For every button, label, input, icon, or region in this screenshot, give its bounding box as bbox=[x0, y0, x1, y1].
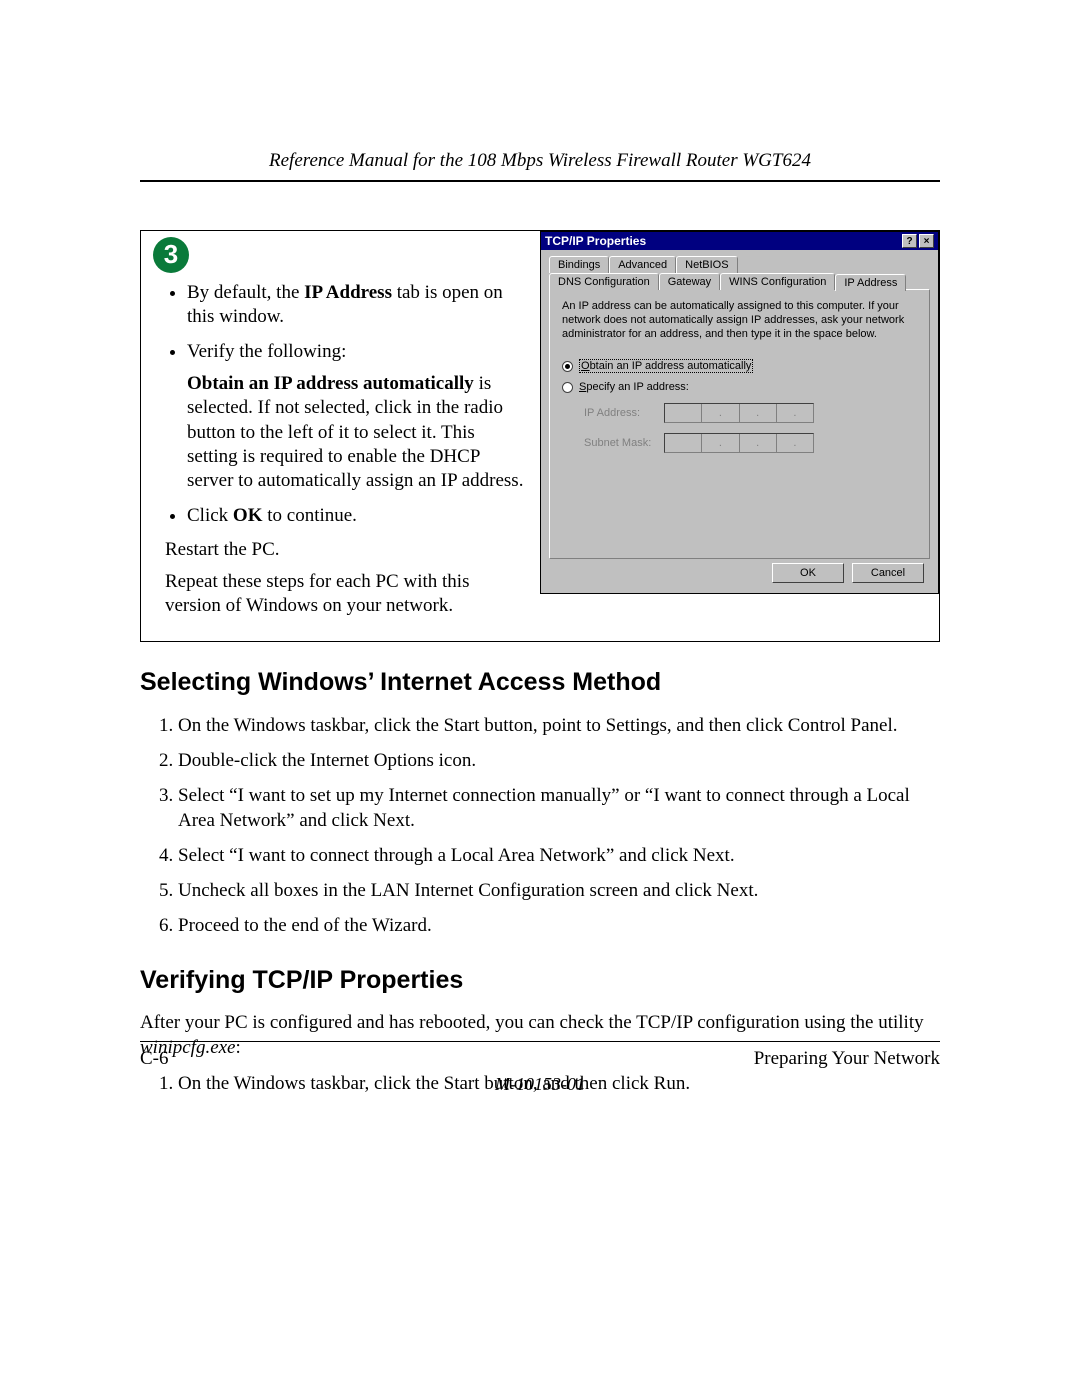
dialog-title: TCP/IP Properties bbox=[545, 234, 646, 248]
footer-section: Preparing Your Network bbox=[754, 1048, 940, 1070]
step-repeat: Repeat these steps for each PC with this… bbox=[165, 570, 530, 619]
help-button[interactable]: ? bbox=[902, 234, 917, 248]
ip-address-row: IP Address: ... bbox=[584, 403, 917, 423]
radio-specify-label: Specify an IP address: bbox=[579, 381, 689, 393]
tab-advanced[interactable]: Advanced bbox=[609, 256, 676, 273]
internet-access-steps: On the Windows taskbar, click the Start … bbox=[140, 713, 940, 939]
ip-address-label: IP Address: bbox=[584, 407, 656, 419]
tab-wins-config[interactable]: WINS Configuration bbox=[720, 273, 835, 290]
step-box: 3 By default, the IP Address tab is open… bbox=[140, 230, 940, 642]
ip-address-input[interactable]: ... bbox=[664, 403, 814, 423]
step-bullet-3: Click OK to continue. bbox=[187, 504, 530, 528]
dialog-titlebar: TCP/IP Properties ? × bbox=[541, 232, 938, 250]
step-number-badge: 3 bbox=[153, 237, 189, 273]
dialog-info-text: An IP address can be automatically assig… bbox=[562, 300, 917, 341]
ia-step-6: Proceed to the end of the Wizard. bbox=[178, 913, 940, 938]
step-bullet-2: Verify the following: Obtain an IP addre… bbox=[187, 340, 530, 494]
ia-step-3: Select “I want to set up my Internet con… bbox=[178, 783, 940, 833]
tab-dns-config[interactable]: DNS Configuration bbox=[549, 273, 659, 290]
page-number: C-6 bbox=[140, 1048, 169, 1070]
subnet-mask-label: Subnet Mask: bbox=[584, 437, 656, 449]
section-heading-verify-tcpip: Verifying TCP/IP Properties bbox=[140, 966, 940, 995]
radio-obtain-auto[interactable]: Obtain an IP address automatically bbox=[562, 359, 917, 373]
cancel-button[interactable]: Cancel bbox=[852, 563, 924, 583]
tab-bindings[interactable]: Bindings bbox=[549, 256, 609, 273]
radio-specify[interactable]: Specify an IP address: bbox=[562, 381, 917, 393]
header-rule bbox=[140, 180, 940, 182]
subnet-mask-row: Subnet Mask: ... bbox=[584, 433, 917, 453]
ia-step-1: On the Windows taskbar, click the Start … bbox=[178, 713, 940, 738]
radio-icon-checked bbox=[562, 361, 573, 372]
running-header: Reference Manual for the 108 Mbps Wirele… bbox=[140, 150, 940, 172]
step-instructions: 3 By default, the IP Address tab is open… bbox=[141, 231, 540, 641]
tab-ip-address[interactable]: IP Address bbox=[835, 274, 906, 291]
ip-address-pane: An IP address can be automatically assig… bbox=[549, 289, 930, 559]
radio-obtain-auto-label: Obtain an IP address automatically bbox=[579, 359, 753, 373]
tab-gateway[interactable]: Gateway bbox=[659, 273, 720, 290]
footer-doc-id: M-10153-01 bbox=[140, 1074, 940, 1095]
page-footer: C-6 Preparing Your Network M-10153-01 bbox=[140, 1041, 940, 1095]
ok-button[interactable]: OK bbox=[772, 563, 844, 583]
section-heading-internet-access: Selecting Windows’ Internet Access Metho… bbox=[140, 668, 940, 697]
subnet-mask-input[interactable]: ... bbox=[664, 433, 814, 453]
close-button[interactable]: × bbox=[919, 234, 934, 248]
tab-netbios[interactable]: NetBIOS bbox=[676, 256, 737, 273]
ia-step-5: Uncheck all boxes in the LAN Internet Co… bbox=[178, 878, 940, 903]
step-bullet-1: By default, the IP Address tab is open o… bbox=[187, 281, 530, 330]
step-restart: Restart the PC. bbox=[165, 538, 530, 562]
ia-step-4: Select “I want to connect through a Loca… bbox=[178, 843, 940, 868]
ia-step-2: Double-click the Internet Options icon. bbox=[178, 748, 940, 773]
tcpip-properties-dialog: TCP/IP Properties ? × Bindings Advanced … bbox=[540, 231, 939, 594]
footer-rule bbox=[140, 1041, 940, 1042]
radio-icon-unchecked bbox=[562, 382, 573, 393]
